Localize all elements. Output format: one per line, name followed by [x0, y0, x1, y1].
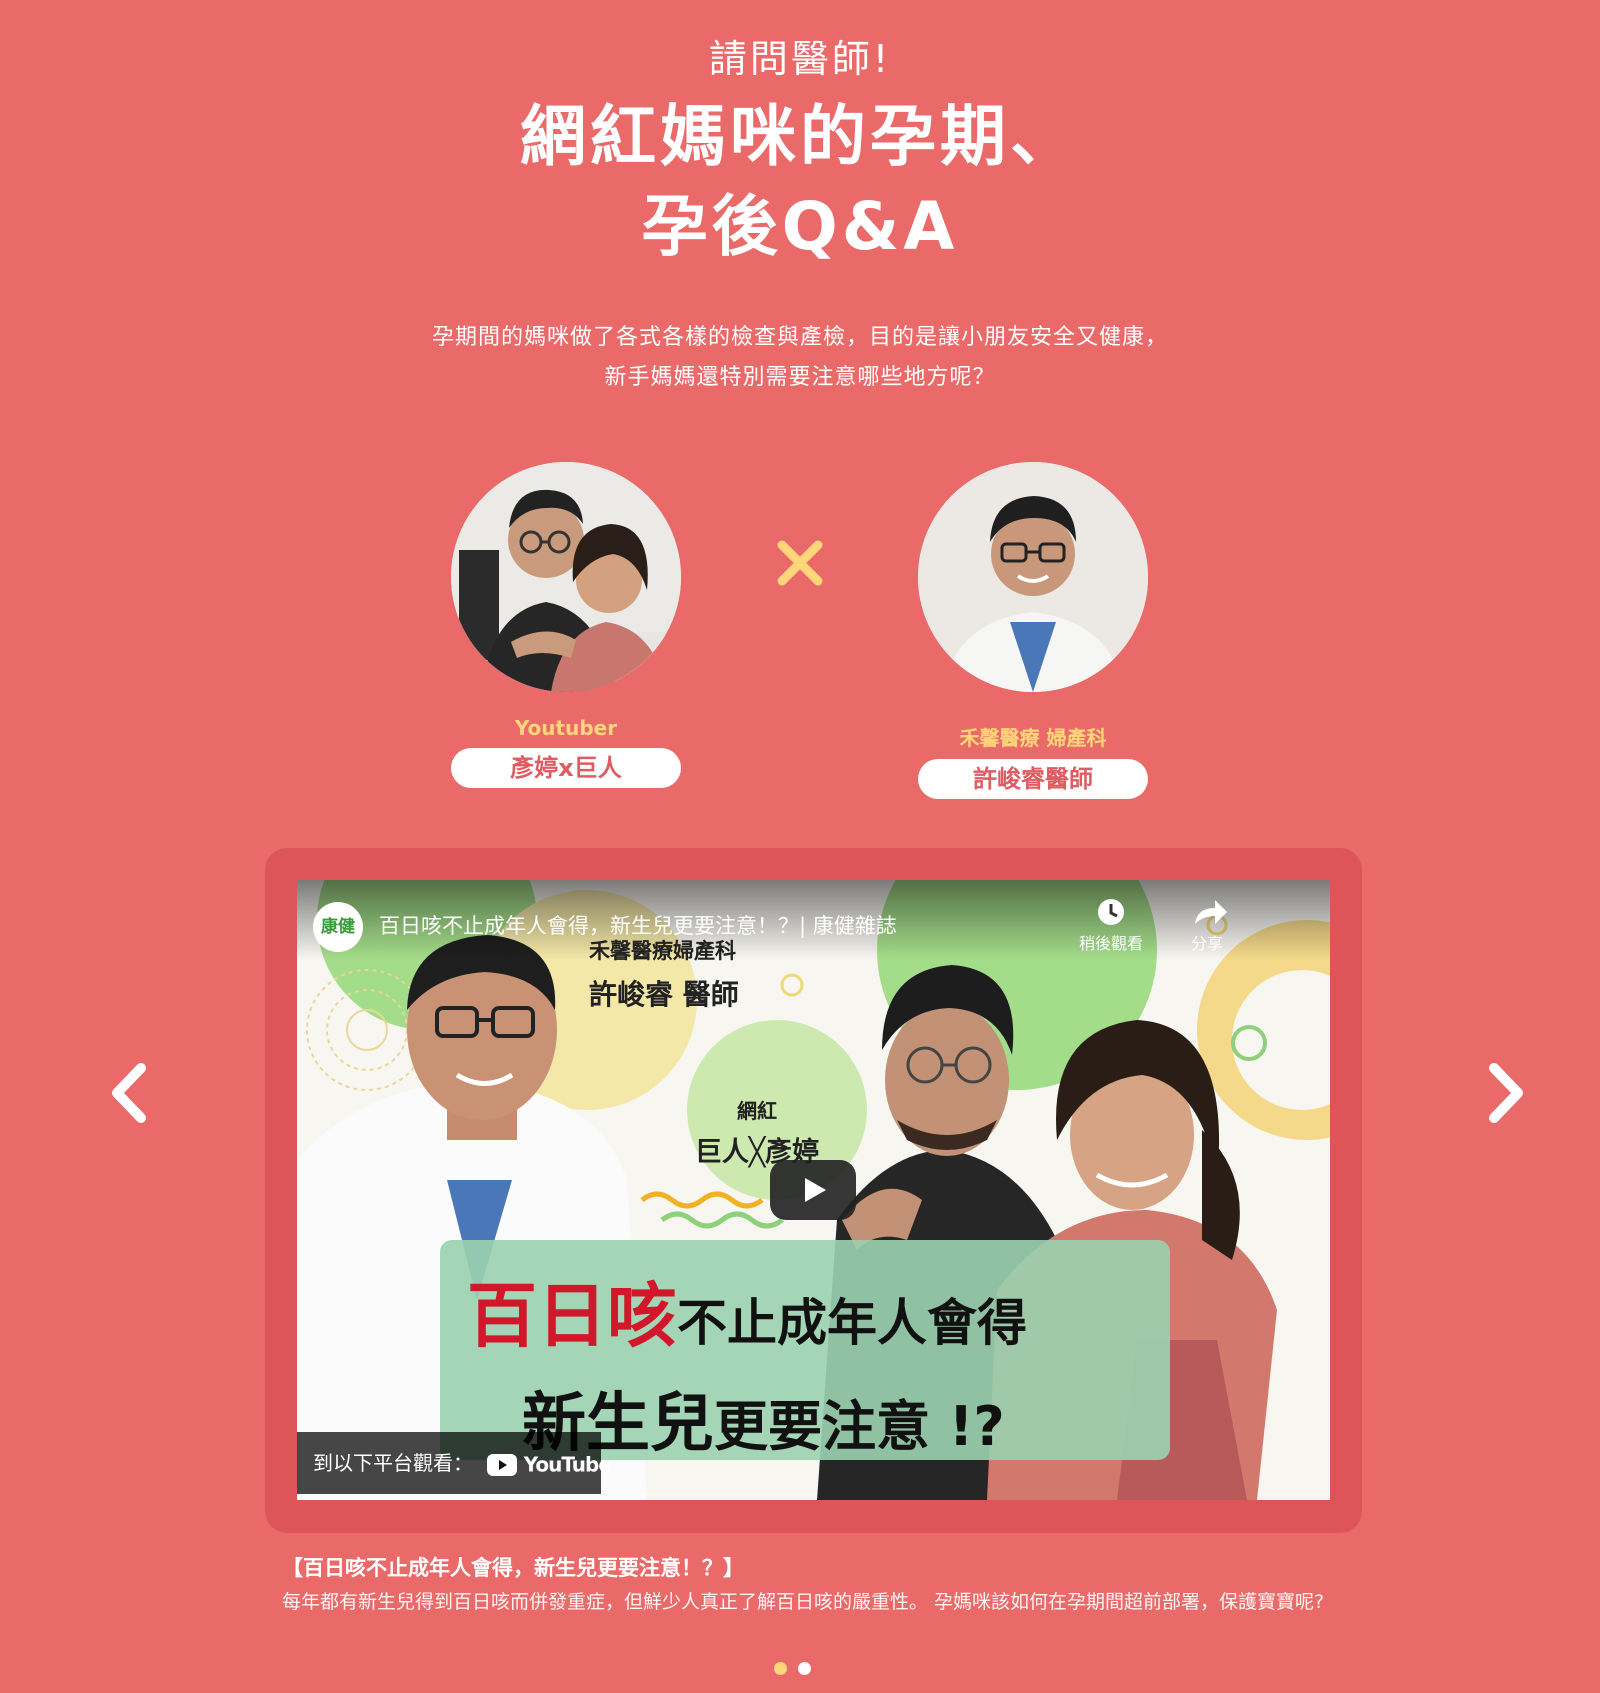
- intro-line2: 新手媽媽還特別需要注意哪些地方呢？: [604, 365, 996, 390]
- caption-title: 【百日咳不止成年人會得，新生兒更要注意！？】: [282, 1556, 744, 1580]
- watch-on-label: 到以下平台觀看：: [313, 1451, 473, 1475]
- carousel-dot-1[interactable]: [774, 1662, 787, 1675]
- intro-line1: 孕期間的媽咪做了各式各樣的檢查與產檢，目的是讓小朋友安全又健康，: [431, 325, 1168, 350]
- watch-on-youtube-bar[interactable]: 到以下平台觀看： YouTube: [297, 1432, 612, 1494]
- carousel-dot-2[interactable]: [798, 1662, 811, 1675]
- doctor-photo: [918, 462, 1148, 692]
- guest-avatar-couple: [451, 462, 681, 692]
- guest-avatar-doctor: [918, 462, 1148, 692]
- share-icon: [1195, 900, 1227, 924]
- doctor-overlay-label: 禾馨醫療婦產科 許峻睿 醫師: [589, 935, 739, 1013]
- guest-doctor: 禾馨醫療 婦產科 許峻睿醫師: [917, 462, 1149, 799]
- clock-icon: [1098, 899, 1124, 925]
- guest-role: 禾馨醫療 婦產科: [959, 726, 1107, 750]
- thumbnail-headline-rest: 不止成年人會得: [677, 1294, 1027, 1352]
- intro-text: 孕期間的媽咪做了各式各樣的檢查與產檢，目的是讓小朋友安全又健康， 新手媽媽還特別…: [0, 318, 1600, 398]
- influencer-overlay-label: 網紅 巨人╳彥婷: [677, 1095, 837, 1169]
- page-title: 網紅媽咪的孕期、 孕後Q&A: [0, 92, 1600, 272]
- play-icon: [805, 1178, 826, 1202]
- page-title-line2: 孕後Q&A: [641, 188, 959, 265]
- guest-youtuber: Youtuber 彥婷x巨人: [450, 462, 682, 788]
- carousel-pagination: [774, 1662, 834, 1676]
- guest-name-pill: 彥婷x巨人: [451, 748, 681, 788]
- influencer-overlay-line1: 網紅: [737, 1099, 777, 1123]
- channel-logo[interactable]: 康健: [313, 902, 363, 952]
- couple-photo: [451, 462, 681, 692]
- guest-role: Youtuber: [514, 716, 618, 740]
- guest-name-pill: 許峻睿醫師: [918, 759, 1148, 799]
- page-title-line1: 網紅媽咪的孕期、: [520, 98, 1080, 175]
- share-label: 分享: [1190, 934, 1223, 953]
- watch-later-label: 稍後觀看: [1078, 934, 1143, 953]
- chevron-left-icon[interactable]: [105, 1060, 155, 1126]
- play-button[interactable]: [770, 1160, 856, 1220]
- doctor-overlay-line1: 禾馨醫療婦產科: [589, 939, 736, 963]
- thumbnail-headline-red: 百日咳: [467, 1275, 677, 1357]
- doctor-overlay-line2: 許峻睿 醫師: [589, 978, 739, 1011]
- caption-description: 每年都有新生兒得到百日咳而併發重症，但鮮少人真正了解百日咳的嚴重性。 孕媽咪該如…: [282, 1591, 1325, 1613]
- video-caption: 【百日咳不止成年人會得，新生兒更要注意！？】 每年都有新生兒得到百日咳而併發重症…: [282, 1552, 1332, 1616]
- youtube-embed[interactable]: 康健 百日咳不止成年人會得，新生兒更要注意！？| 康健雜誌 稍後觀看 分享 禾馨…: [297, 880, 1330, 1500]
- youtube-icon: [487, 1453, 518, 1476]
- thumbnail-headline2-mid: 更要注意 !?: [714, 1395, 1005, 1458]
- kicker-text: 請問醫師!: [708, 37, 892, 81]
- thumbnail-headline-line1: 百日咳不止成年人會得: [467, 1260, 1027, 1361]
- watch-later-button[interactable]: 稍後觀看: [1071, 896, 1151, 954]
- chevron-right-icon[interactable]: [1480, 1060, 1530, 1126]
- times-icon: [777, 540, 823, 586]
- youtube-wordmark: YouTube: [523, 1452, 612, 1477]
- share-button[interactable]: 分享: [1167, 896, 1247, 954]
